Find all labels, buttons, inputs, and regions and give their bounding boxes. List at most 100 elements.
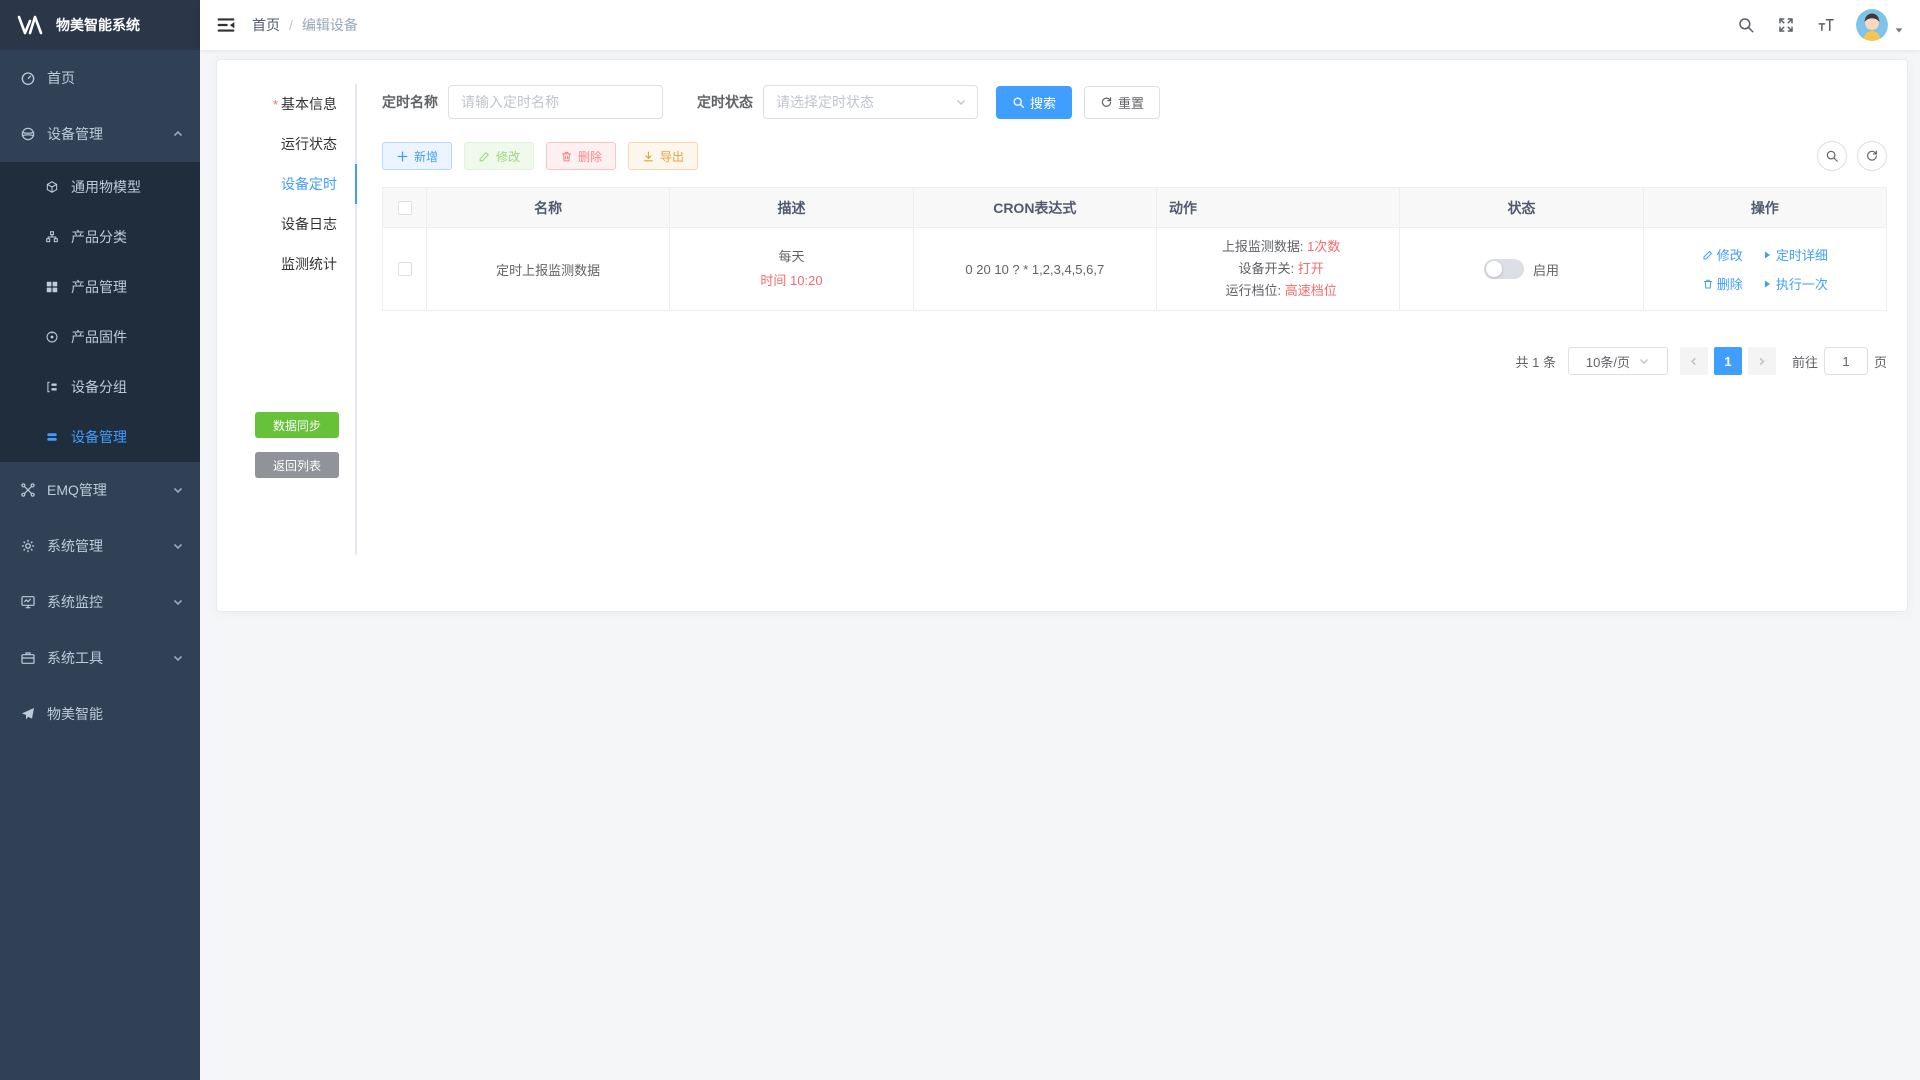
chevron-up-icon: [172, 128, 184, 140]
tab-basic-info[interactable]: *基本信息: [237, 84, 357, 124]
reset-button[interactable]: 重置: [1084, 86, 1160, 119]
sidebar-item-label: 设备管理: [47, 124, 103, 144]
desc-frequency: 每天: [670, 247, 912, 267]
sphere-icon: [20, 126, 36, 142]
select-all-checkbox[interactable]: [398, 201, 412, 215]
breadcrumb-separator: /: [289, 17, 293, 33]
app-layout: 物美智能系统 首页 设备管理 通用物模型 产品分类: [0, 0, 1920, 1080]
tab-device-timer[interactable]: 设备定时: [237, 164, 357, 204]
sidebar-item-label: 设备管理: [71, 427, 127, 447]
row-timer-detail-link[interactable]: 定时详细: [1761, 245, 1828, 264]
chevron-down-icon: [1638, 355, 1650, 367]
action-label: 运行档位:: [1226, 283, 1282, 298]
sidebar-item-home[interactable]: 首页: [0, 50, 200, 106]
chevron-down-icon: [955, 96, 967, 108]
page-size-select[interactable]: 10条/页: [1568, 347, 1668, 375]
timer-name-input[interactable]: [448, 85, 663, 119]
pagination-total: 共 1 条: [1516, 352, 1556, 371]
search-icon[interactable]: [1737, 16, 1755, 34]
row-edit-label: 修改: [1717, 245, 1743, 264]
breadcrumb-home[interactable]: 首页: [252, 15, 280, 35]
data-sync-button[interactable]: 数据同步: [255, 412, 339, 438]
sidebar-item-product-management[interactable]: 产品管理: [0, 262, 200, 312]
sidebar-item-system-management[interactable]: 系统管理: [0, 518, 200, 574]
row-delete-link[interactable]: 删除: [1702, 274, 1743, 293]
toggle-knob: [1486, 261, 1502, 277]
prev-page-button[interactable]: [1680, 347, 1708, 375]
add-button[interactable]: 新增: [382, 142, 452, 170]
page-number-1[interactable]: 1: [1714, 347, 1742, 375]
tab-running-status[interactable]: 运行状态: [237, 124, 357, 164]
col-header-desc: 描述: [670, 188, 913, 228]
next-page-button[interactable]: [1748, 347, 1776, 375]
user-menu[interactable]: [1856, 9, 1904, 41]
sidebar-item-emq[interactable]: EMQ管理: [0, 462, 200, 518]
filter-form: 定时名称 定时状态 请选择定时状态 搜索 重置: [382, 85, 1887, 119]
sidebar-item-label: 系统管理: [47, 536, 103, 556]
sidebar-item-device-management[interactable]: 设备管理: [0, 106, 200, 162]
tab-device-log[interactable]: 设备日志: [237, 204, 357, 244]
tab-label: 基本信息: [281, 96, 337, 112]
server-bars-icon: [45, 430, 59, 444]
caret-down-icon: [1894, 25, 1904, 35]
sidebar-item-label: 通用物模型: [71, 177, 141, 197]
back-to-list-button[interactable]: 返回列表: [255, 452, 339, 478]
cell-ops: 修改 定时详细 删除: [1643, 228, 1886, 311]
app-logo[interactable]: 物美智能系统: [0, 0, 200, 50]
avatar[interactable]: [1856, 9, 1888, 41]
timer-status-label: 定时状态: [697, 92, 753, 112]
tab-label: 设备定时: [281, 176, 337, 192]
goto-page-input[interactable]: [1824, 347, 1868, 375]
col-header-ops: 操作: [1643, 188, 1886, 228]
cube-icon: [45, 180, 59, 194]
gear-icon: [20, 538, 36, 554]
fullscreen-icon[interactable]: [1777, 16, 1795, 34]
sidebar-item-label: EMQ管理: [47, 480, 107, 500]
row-timer-detail-label: 定时详细: [1776, 245, 1828, 264]
row-edit-link[interactable]: 修改: [1702, 245, 1743, 264]
cell-desc: 每天 时间 10:20: [670, 228, 913, 311]
app-title: 物美智能系统: [56, 15, 140, 35]
sidebar-item-thing-model[interactable]: 通用物模型: [0, 162, 200, 212]
caret-right-icon: [1761, 249, 1773, 261]
edit-pen-icon: [1702, 249, 1714, 261]
col-header-cron: CRON表达式: [913, 188, 1156, 228]
action-label: 上报监测数据:: [1222, 239, 1304, 254]
sidebar-collapse-icon[interactable]: [216, 15, 236, 35]
status-toggle[interactable]: [1484, 259, 1524, 279]
action-value: 高速档位: [1285, 283, 1337, 298]
toggle-search-button[interactable]: [1817, 141, 1847, 171]
cell-status: 启用: [1400, 228, 1643, 311]
col-header-status: 状态: [1400, 188, 1643, 228]
sidebar-item-product-firmware[interactable]: 产品固件: [0, 312, 200, 362]
sidebar-item-label: 系统工具: [47, 648, 103, 668]
toolbar-right: [1817, 141, 1887, 171]
export-button[interactable]: 导出: [628, 142, 698, 170]
sidebar-item-system-tools[interactable]: 系统工具: [0, 630, 200, 686]
timer-status-select[interactable]: 请选择定时状态: [763, 85, 978, 119]
sidebar-item-product-category[interactable]: 产品分类: [0, 212, 200, 262]
action-label: 设备开关:: [1239, 261, 1295, 276]
refresh-table-button[interactable]: [1857, 141, 1887, 171]
font-size-icon[interactable]: [1817, 16, 1835, 34]
paper-plane-icon: [20, 706, 36, 722]
goto-suffix: 页: [1874, 352, 1887, 371]
sidebar-item-wumei-smart[interactable]: 物美智能: [0, 686, 200, 742]
group-icon: [45, 380, 59, 394]
search-icon: [1825, 149, 1839, 163]
row-checkbox[interactable]: [398, 262, 412, 276]
dashboard-icon: [20, 70, 36, 86]
drone-icon: [20, 482, 36, 498]
tab-monitor-stats[interactable]: 监测统计: [237, 244, 357, 284]
sidebar-item-system-monitor[interactable]: 系统监控: [0, 574, 200, 630]
col-header-action: 动作: [1156, 188, 1399, 228]
delete-button[interactable]: 删除: [546, 142, 616, 170]
row-run-once-link[interactable]: 执行一次: [1761, 274, 1828, 293]
sidebar-menu: 首页 设备管理 通用物模型 产品分类 产品管理: [0, 50, 200, 742]
tab-label: 监测统计: [281, 256, 337, 272]
edit-button[interactable]: 修改: [464, 142, 534, 170]
search-button[interactable]: 搜索: [996, 86, 1072, 119]
sidebar-item-label: 产品固件: [71, 327, 127, 347]
sidebar-item-device-group[interactable]: 设备分组: [0, 362, 200, 412]
sidebar-item-device-list[interactable]: 设备管理: [0, 412, 200, 462]
